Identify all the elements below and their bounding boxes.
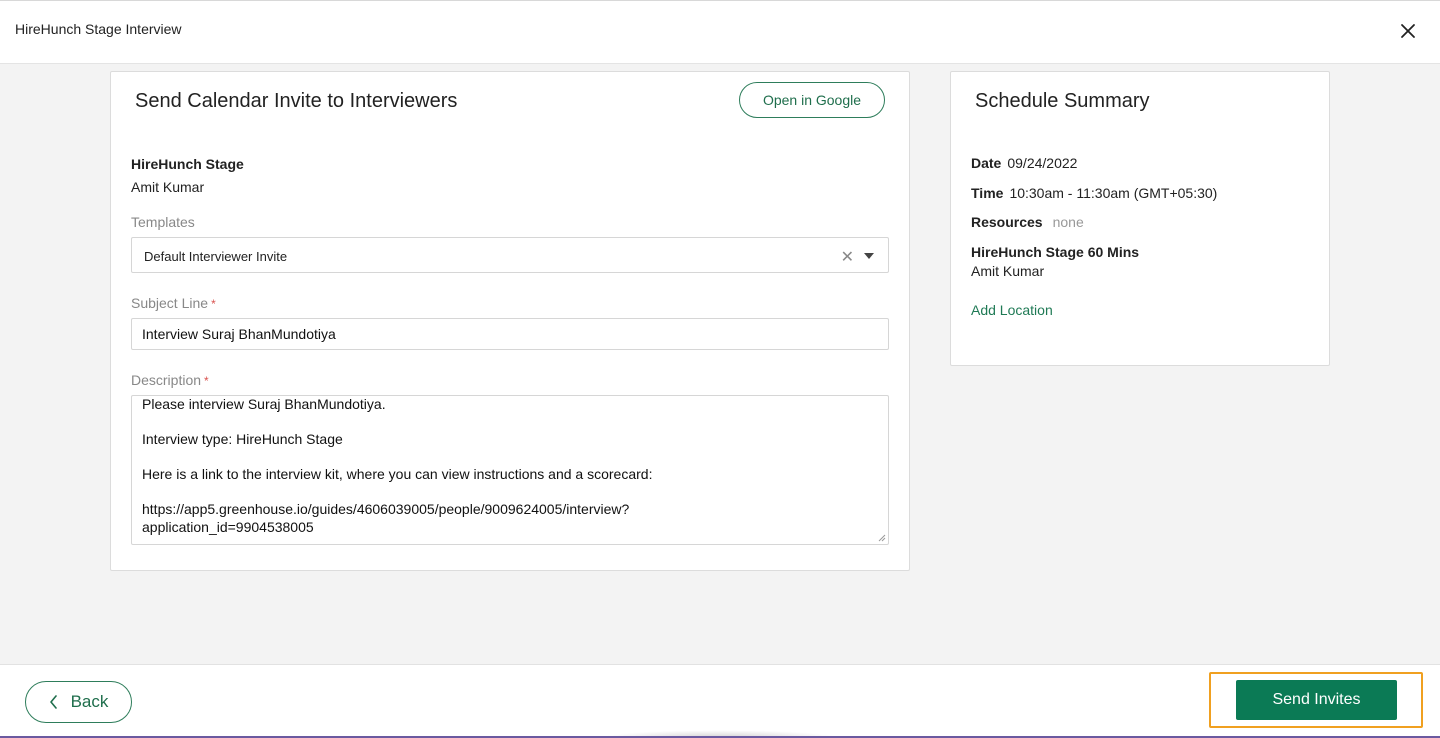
description-line: Please interview Suraj BhanMundotiya. [142,396,386,412]
resources-label: Resources [971,214,1043,230]
summary-card: Schedule Summary Date 09/24/2022 Time 10:3… [950,71,1330,366]
templates-selected-value: Default Interviewer Invite [144,249,288,264]
summary-time-row: Time 10:30am - 11:30am (GMT+05:30) [971,185,1217,201]
resources-value: none [1052,214,1084,230]
modal-header: HireHunch Stage Interview [0,0,1440,64]
description-line [142,449,878,467]
chevron-left-icon [49,695,57,709]
date-value: 09/24/2022 [1007,155,1078,171]
modal-footer: Back Send Invites [0,664,1440,738]
summary-date-row: Date 09/24/2022 [971,155,1077,171]
clear-icon[interactable]: ✕ [841,247,854,267]
back-button[interactable]: Back [25,681,132,723]
description-line: Interview type: HireHunch Stage [142,431,343,447]
subject-label-text: Subject Line [131,295,209,311]
description-line: Here is a link to the interview kit, whe… [142,466,653,482]
summary-interviewer: Amit Kumar [971,263,1045,279]
stage-name: HireHunch Stage [131,156,244,172]
interviewer-name: Amit Kumar [131,179,205,195]
subject-input[interactable]: Interview Suraj BhanMundotiya [131,318,889,350]
invite-card-title: Send Calendar Invite to Interviewers [135,90,458,112]
summary-interview-name: HireHunch Stage 60 Mins [971,244,1140,260]
summary-resources-row: Resources none [971,214,1084,230]
description-text: Please interview Suraj BhanMundotiya. Int… [142,396,878,536]
description-label-text: Description [131,372,202,388]
send-invites-button[interactable]: Send Invites [1236,680,1397,720]
resize-grip-icon[interactable] [878,534,886,542]
templates-select[interactable]: Default Interviewer Invite ✕ [131,237,889,273]
description-textarea[interactable]: Please interview Suraj BhanMundotiya. Int… [131,395,889,545]
invite-card: Send Calendar Invite to Interviewers Ope… [110,71,910,571]
time-value: 10:30am - 11:30am (GMT+05:30) [1009,185,1218,201]
open-in-google-button[interactable]: Open in Google [739,82,885,118]
add-location-link[interactable]: Add Location [971,302,1053,318]
templates-label: Templates [131,214,195,230]
modal-title: HireHunch Stage Interview [15,21,182,37]
required-mark: * [211,297,216,311]
description-line [142,414,878,432]
close-icon[interactable] [1394,17,1422,45]
description-line [142,484,878,502]
required-mark: * [204,374,209,388]
summary-card-title: Schedule Summary [975,90,1150,112]
description-line: application_id=9904538005 [142,518,314,535]
description-label: Description * [131,372,209,388]
subject-label: Subject Line * [131,295,216,311]
chevron-down-icon[interactable] [864,253,874,259]
time-label: Time [971,185,1004,201]
date-label: Date [971,155,1002,171]
description-line: https://app5.greenhouse.io/guides/460603… [142,501,630,517]
back-button-label: Back [70,692,109,711]
